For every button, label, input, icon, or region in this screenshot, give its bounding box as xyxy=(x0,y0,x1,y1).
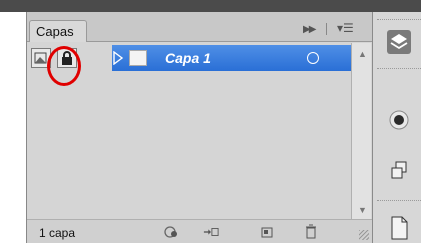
document-icon[interactable] xyxy=(379,208,419,248)
tab-capas[interactable]: Capas xyxy=(29,20,87,42)
layers-icon[interactable] xyxy=(379,22,419,62)
layer-thumbnail xyxy=(129,50,147,66)
top-dark-strip xyxy=(0,0,421,12)
panel-footer: 1 capa xyxy=(27,219,373,243)
dock-divider xyxy=(377,19,421,20)
layers-scrollbar[interactable]: ▲ ▼ xyxy=(351,43,371,223)
layers-panel: Capas ▶▶ ▾☰ Capa 1 ▲ ▼ 1 capa xyxy=(26,12,373,243)
dock-divider xyxy=(377,200,421,201)
link-layers-icon[interactable] xyxy=(163,225,179,239)
right-dock xyxy=(372,12,421,243)
dock-divider xyxy=(377,68,421,69)
resize-grip-icon[interactable] xyxy=(359,230,369,240)
tab-separator xyxy=(326,23,327,35)
annotation-red-circle xyxy=(47,46,81,86)
panel-menu-icon[interactable]: ▾☰ xyxy=(337,21,354,35)
panel-tabbar: Capas ▶▶ ▾☰ xyxy=(27,12,373,42)
scroll-down-arrow-icon[interactable]: ▼ xyxy=(358,205,367,215)
stack-icon[interactable] xyxy=(379,150,419,190)
triangle-right-icon[interactable] xyxy=(112,50,124,70)
trash-icon[interactable] xyxy=(303,224,319,239)
target-circle-icon[interactable] xyxy=(307,52,319,64)
radio-circle-icon[interactable] xyxy=(379,100,419,140)
layer-name[interactable]: Capa 1 xyxy=(165,50,211,66)
new-layer-icon[interactable] xyxy=(259,225,275,239)
double-chevron-right-icon[interactable]: ▶▶ xyxy=(303,24,316,35)
new-group-icon[interactable] xyxy=(203,225,219,239)
scroll-up-arrow-icon[interactable]: ▲ xyxy=(358,49,367,59)
layer-count: 1 capa xyxy=(39,226,76,240)
